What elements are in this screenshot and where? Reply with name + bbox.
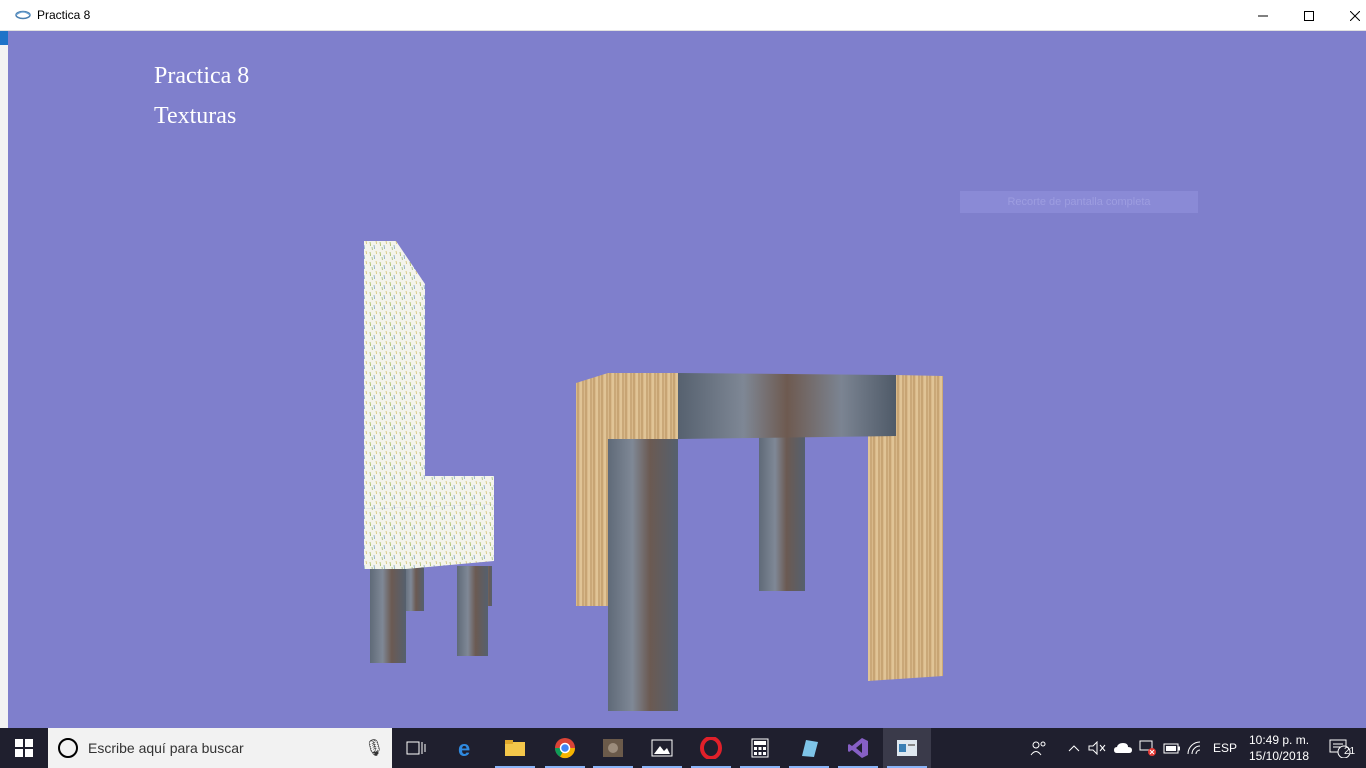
maximize-icon (1304, 10, 1314, 21)
opera-icon (700, 737, 722, 759)
window-titlebar[interactable]: Practica 8 (0, 0, 1366, 31)
svg-text:e: e (458, 737, 470, 759)
calculator-icon (751, 738, 769, 758)
file-explorer-button[interactable] (491, 728, 539, 768)
search-box[interactable]: Escribe aquí para buscar 🎙 (48, 728, 392, 768)
notification-count-badge: 21 (1344, 746, 1356, 757)
onedrive-icon[interactable] (1111, 728, 1135, 768)
maximize-button[interactable] (1286, 0, 1332, 31)
search-placeholder: Escribe aquí para buscar (88, 740, 244, 756)
visual-studio-icon (848, 738, 868, 758)
task-view-button[interactable] (392, 728, 440, 768)
windows-logo-icon (15, 739, 33, 757)
scene-3d (364, 241, 943, 711)
gimp-icon (603, 739, 623, 757)
clock-date: 15/10/2018 (1249, 749, 1310, 763)
minimize-icon (1258, 15, 1268, 16)
table-model (576, 373, 943, 711)
desktop-edge (0, 0, 8, 728)
practica-window-button[interactable] (883, 728, 931, 768)
minimize-button[interactable] (1240, 0, 1286, 31)
photos-icon (651, 739, 673, 757)
task-view-icon (406, 741, 426, 755)
chair-model (364, 241, 494, 663)
wifi-icon[interactable] (1185, 728, 1207, 768)
chrome-button[interactable] (541, 728, 589, 768)
start-button[interactable] (0, 728, 48, 768)
clock-time: 10:49 p. m. (1249, 733, 1310, 747)
close-button[interactable] (1332, 0, 1366, 31)
opengl-viewport[interactable]: Practica 8 Texturas Recorte de pantalla … (8, 31, 1366, 728)
taskbar: Escribe aquí para buscar 🎙 e ESP 10:49 p… (0, 728, 1366, 768)
calculator-button[interactable] (736, 728, 784, 768)
people-icon[interactable] (1027, 728, 1051, 768)
visual-studio-button[interactable] (834, 728, 882, 768)
microphone-icon[interactable]: 🎙 (364, 738, 384, 758)
action-center-button[interactable]: 21 (1320, 728, 1360, 768)
clock[interactable]: 10:49 p. m. 15/10/2018 (1249, 732, 1309, 764)
practica-window-icon (897, 740, 917, 756)
photos-button[interactable] (638, 728, 686, 768)
app-button[interactable] (785, 728, 833, 768)
battery-icon[interactable] (1161, 728, 1183, 768)
opera-button[interactable] (687, 728, 735, 768)
close-icon (1350, 10, 1360, 21)
volume-muted-icon[interactable] (1087, 728, 1107, 768)
app-icon (15, 10, 31, 20)
edge-icon: e (458, 737, 470, 759)
show-hidden-icons-chevron-icon[interactable] (1064, 728, 1084, 768)
app-icon (802, 740, 818, 757)
edge-button[interactable]: e (443, 728, 491, 768)
gimp-button[interactable] (589, 728, 637, 768)
network-error-icon[interactable] (1137, 728, 1159, 768)
language-indicator[interactable]: ESP (1210, 728, 1240, 768)
file-explorer-icon (505, 740, 525, 756)
chrome-icon (554, 738, 576, 759)
window-title: Practica 8 (37, 8, 91, 22)
cortana-icon (58, 738, 78, 758)
